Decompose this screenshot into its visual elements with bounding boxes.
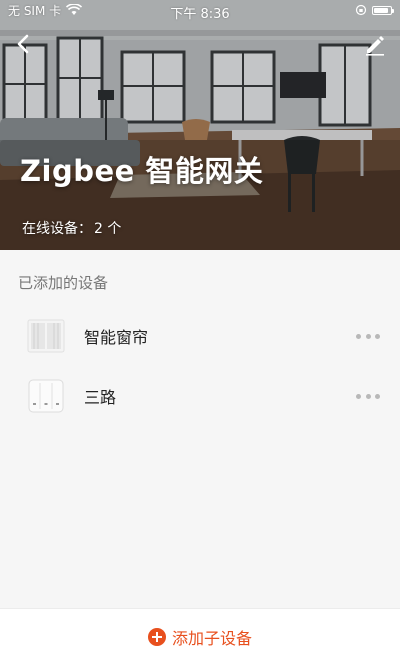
pencil-icon xyxy=(366,36,384,56)
plus-circle-icon xyxy=(147,628,166,646)
orientation-lock-icon xyxy=(355,4,367,16)
back-button[interactable] xyxy=(10,30,38,58)
online-devices: 在线设备： 2 个 xyxy=(22,218,121,238)
device-name: 三路 xyxy=(84,388,117,407)
dot xyxy=(356,393,361,399)
section-label: 已添加的设备 xyxy=(18,274,109,292)
dot xyxy=(375,393,380,399)
battery-fill xyxy=(374,7,388,13)
more-options-button[interactable] xyxy=(356,331,380,341)
dot xyxy=(356,333,361,339)
bottom-bar: 添加子设备 xyxy=(0,608,400,667)
gateway-hero: 无 SIM 卡 下午 8:36 Zigbee 智能网关 在线设备： 2 个 xyxy=(0,0,400,250)
gateway-title: Zigbee 智能网关 xyxy=(20,154,264,188)
three-gang-switch-icon xyxy=(28,379,64,413)
room-photo xyxy=(0,0,400,250)
online-count: 2 个 xyxy=(94,221,122,237)
add-subdevice-button[interactable]: 添加子设备 xyxy=(0,625,400,649)
wifi-icon xyxy=(66,4,83,15)
dot xyxy=(375,333,380,339)
battery-icon xyxy=(372,5,394,15)
edit-button[interactable] xyxy=(360,30,388,58)
more-options-button[interactable] xyxy=(356,391,380,401)
online-label: 在线设备： xyxy=(22,221,92,237)
dot xyxy=(365,393,371,399)
device-row-switch[interactable]: 三路 xyxy=(0,368,400,424)
dot xyxy=(365,333,371,339)
status-bar: 无 SIM 卡 下午 8:36 xyxy=(0,0,400,22)
chevron-left-icon xyxy=(17,34,29,54)
carrier-label: 无 SIM 卡 xyxy=(8,3,62,18)
curtain-icon xyxy=(27,319,65,353)
device-name: 智能窗帘 xyxy=(84,328,149,347)
add-subdevice-label: 添加子设备 xyxy=(171,629,252,648)
device-row-curtain[interactable]: 智能窗帘 xyxy=(0,308,400,364)
